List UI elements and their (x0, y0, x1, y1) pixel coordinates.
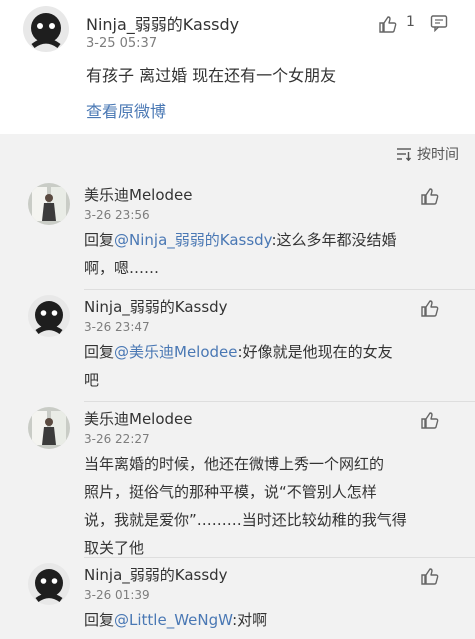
thumbs-up-icon[interactable] (420, 410, 440, 430)
comment-item: Ninja_弱弱的Kassdy 3-26 23:47 回复@美乐迪Melodee… (0, 290, 475, 402)
comment-username[interactable]: 美乐迪Melodee (84, 408, 193, 429)
avatar-image (28, 295, 70, 337)
comment-item: Ninja_弱弱的Kassdy 3-26 01:39 回复@Little_WeN… (0, 558, 475, 639)
mention-link[interactable]: @Little_WeNgW (114, 611, 232, 629)
comment-text: 回复@Ninja_弱弱的Kassdy:这么多年都没结婚 啊，嗯…… (84, 226, 454, 282)
comment-timestamp: 3-26 23:47 (84, 320, 150, 334)
comment-timestamp: 3-26 22:27 (84, 432, 150, 446)
comment-body: 照片，挺俗气的那种平模，说“不管别人怎样 (84, 483, 377, 501)
avatar[interactable] (23, 6, 69, 52)
comment-icon[interactable] (430, 14, 448, 32)
post-timestamp: 3-25 05:37 (86, 36, 158, 51)
view-original-link[interactable]: 查看原微博 (86, 98, 166, 122)
comment-item: 美乐迪Melodee 3-26 22:27 当年离婚的时候，他还在微博上秀一个网… (0, 402, 475, 558)
comment-timestamp: 3-26 01:39 (84, 588, 150, 602)
mention-link[interactable]: @美乐迪Melodee (114, 343, 238, 361)
comment-timestamp: 3-26 23:56 (84, 208, 150, 222)
comment-text: 回复@Little_WeNgW:对啊 (84, 606, 454, 634)
thumbs-up-icon[interactable] (420, 298, 440, 318)
avatar[interactable] (28, 407, 70, 449)
avatar[interactable] (28, 563, 70, 605)
comment-username[interactable]: 美乐迪Melodee (84, 184, 193, 205)
mention-link[interactable]: @Ninja_弱弱的Kassdy (114, 231, 271, 249)
comment-body: :好像就是他现在的女友 (237, 343, 393, 361)
reply-prefix: 回复 (84, 611, 115, 629)
avatar-image (23, 6, 69, 52)
like-count: 1 (406, 14, 415, 30)
post-username[interactable]: Ninja_弱弱的Kassdy (86, 11, 239, 35)
avatar[interactable] (28, 295, 70, 337)
thumbs-up-icon[interactable] (378, 14, 398, 34)
sort-by-time-button[interactable]: 按时间 (396, 144, 459, 164)
comment-body: :这么多年都没结婚 (271, 231, 397, 249)
original-post: Ninja_弱弱的Kassdy 3-25 05:37 1 有孩子 离过婚 现在还… (0, 0, 475, 134)
sort-label: 按时间 (417, 147, 459, 163)
comment-item: 美乐迪Melodee 3-26 23:56 回复@Ninja_弱弱的Kassdy… (0, 178, 475, 290)
avatar-image (28, 563, 70, 605)
sort-icon (397, 148, 412, 161)
comment-body: 说，我就是爱你”………当时还比较幼稚的我气得 (84, 511, 407, 529)
thumbs-up-icon[interactable] (420, 186, 440, 206)
comment-username[interactable]: Ninja_弱弱的Kassdy (84, 564, 228, 585)
comment-username[interactable]: Ninja_弱弱的Kassdy (84, 296, 228, 317)
avatar[interactable] (28, 183, 70, 225)
reply-prefix: 回复 (84, 343, 115, 361)
post-content: 有孩子 离过婚 现在还有一个女朋友 (86, 66, 337, 85)
comment-body: :对啊 (232, 611, 268, 629)
comment-panel: 按时间 美乐迪Melodee 3-26 23:56 回复@Ninja_弱弱的Ka… (0, 134, 475, 639)
comment-text: 当年离婚的时候，他还在微博上秀一个网红的 照片，挺俗气的那种平模，说“不管别人怎… (84, 450, 454, 562)
comment-body: 啊，嗯…… (84, 259, 160, 277)
reply-prefix: 回复 (84, 231, 115, 249)
comment-text: 回复@美乐迪Melodee:好像就是他现在的女友 吧 (84, 338, 454, 394)
comment-body: 当年离婚的时候，他还在微博上秀一个网红的 (84, 455, 385, 473)
avatar-image (28, 183, 70, 225)
thumbs-up-icon[interactable] (420, 566, 440, 586)
comment-body: 吧 (84, 371, 100, 389)
avatar-image (28, 407, 70, 449)
